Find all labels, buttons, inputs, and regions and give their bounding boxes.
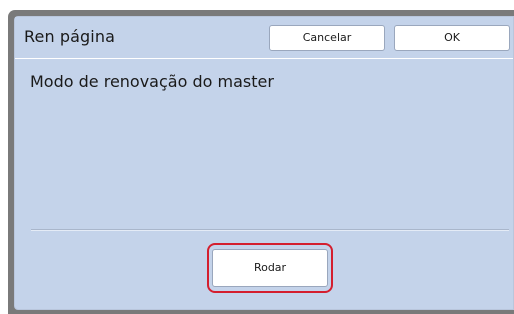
run-button[interactable]: Rodar: [212, 249, 328, 287]
dialog-title: Ren página: [24, 27, 115, 46]
ok-button[interactable]: OK: [394, 25, 510, 51]
renew-page-dialog: Ren página Cancelar OK Modo de renovação…: [14, 16, 514, 310]
cancel-button[interactable]: Cancelar: [269, 25, 385, 51]
dialog-header: Ren página Cancelar OK: [15, 17, 513, 59]
mode-label: Modo de renovação do master: [30, 72, 274, 91]
divider: [31, 229, 509, 231]
